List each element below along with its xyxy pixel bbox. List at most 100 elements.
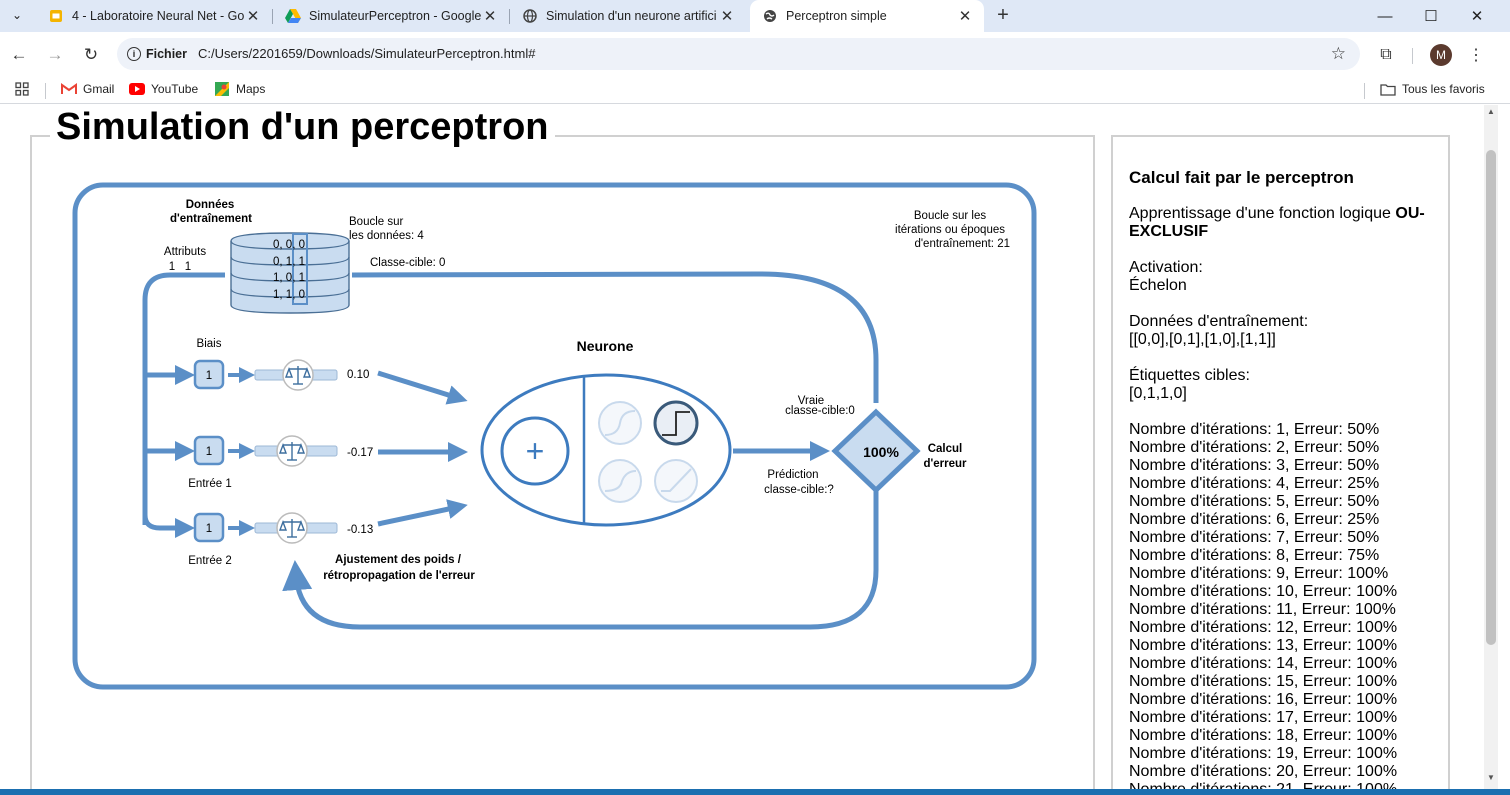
forward-button[interactable]: → [41, 41, 69, 69]
attributes-values: 1 1 [169, 261, 191, 273]
tab-title: Perceptron simple [786, 9, 887, 23]
new-tab-button[interactable]: + [990, 3, 1016, 29]
page-scrollbar[interactable]: ▲ ▼ [1484, 105, 1498, 789]
bookmark-gmail[interactable]: Gmail [61, 82, 114, 96]
tab-perceptron-simple[interactable]: Perceptron simple ✕ [750, 0, 984, 32]
activation-block: Activation: Échelon [1129, 259, 1439, 295]
address-bar[interactable]: i Fichier C:/Users/2201659/Downloads/Sim… [117, 38, 1360, 70]
tab-laboratoire[interactable]: 4 - Laboratoire Neural Net - Go ✕ [36, 0, 272, 32]
bookmark-label: Tous les favoris [1402, 82, 1485, 96]
bookmark-maps[interactable]: Maps [214, 82, 265, 96]
bookmarks-divider [45, 83, 46, 99]
folder-icon [1380, 82, 1396, 96]
iteration-row: Nombre d'itérations: 2, Erreur: 50% [1129, 439, 1380, 456]
perceptron-diagram: 0, 0, 0 0, 1, 1 1, 0, 1 1, 1, 0 Données … [72, 182, 1037, 690]
extensions-button[interactable]: ⧉ [1372, 41, 1400, 69]
bookmark-star-icon[interactable]: ☆ [1331, 44, 1346, 64]
close-icon: ✕ [1470, 8, 1484, 25]
attributes-label: Attributs [164, 246, 206, 258]
panel-title: Calcul fait par le perceptron [1129, 168, 1354, 187]
bookmarks-bar: Gmail YouTube Maps Tous les favoris [0, 78, 1510, 104]
iteration-row: Nombre d'itérations: 6, Erreur: 25% [1129, 511, 1380, 528]
activation-step-icon[interactable] [653, 400, 699, 446]
apps-button[interactable] [14, 82, 36, 96]
maximize-button[interactable]: ☐ [1408, 0, 1454, 32]
scroll-thumb[interactable] [1486, 150, 1496, 645]
tab-simulation-neurone[interactable]: Simulation d'un neurone artifici ✕ [510, 0, 746, 32]
iteration-row: Nombre d'itérations: 4, Erreur: 25% [1129, 475, 1380, 492]
close-icon[interactable]: ✕ [718, 7, 736, 25]
training-block: Données d'entraînement: [[0,0],[0,1],[1,… [1129, 313, 1439, 349]
scroll-up-icon[interactable]: ▲ [1485, 107, 1497, 119]
training-data-title: Données [186, 199, 235, 211]
loop-epochs-label-2: itérations ou époques [895, 224, 1005, 236]
arrow-right-icon: → [46, 45, 64, 64]
input2-value: 1 [206, 523, 212, 535]
menu-button[interactable]: ⋮ [1462, 41, 1490, 69]
iteration-row: Nombre d'itérations: 11, Erreur: 100% [1129, 601, 1396, 618]
avatar[interactable]: M [1430, 44, 1452, 66]
adjust-label-1: Ajustement des poids / [335, 554, 462, 566]
scroll-down-icon[interactable]: ▼ [1485, 773, 1497, 785]
loop-data-count: les données: 4 [349, 230, 424, 242]
weight-slider-input1[interactable] [254, 435, 338, 467]
iteration-row: Nombre d'itérations: 10, Erreur: 100% [1129, 583, 1398, 600]
iteration-row: Nombre d'itérations: 7, Erreur: 50% [1129, 529, 1380, 546]
bookmark-label: Maps [236, 82, 266, 96]
iteration-row: Nombre d'itérations: 5, Erreur: 50% [1129, 493, 1380, 510]
tab-title: 4 - Laboratoire Neural Net - Go [72, 9, 244, 23]
close-window-button[interactable]: ✕ [1454, 0, 1500, 32]
arrow-left-icon: ← [10, 45, 28, 64]
site-info-button[interactable]: i Fichier [127, 45, 187, 63]
learning-prefix: Apprentissage d'une fonction logique [1129, 205, 1391, 222]
weight-bias-value: 0.10 [347, 369, 369, 381]
iteration-row: Nombre d'itérations: 3, Erreur: 50% [1129, 457, 1380, 474]
info-icon: i [127, 47, 141, 61]
browser-toolbar: ← → ↻ i Fichier C:/Users/2201659/Downloa… [0, 32, 1510, 78]
kebab-menu-icon: ⋮ [1468, 47, 1484, 64]
prediction-label: Prédiction [767, 469, 818, 481]
bias-value: 1 [206, 370, 212, 382]
activation-label: Activation: [1129, 259, 1203, 276]
activation-sigmoid-icon[interactable] [598, 401, 642, 445]
close-icon[interactable]: ✕ [481, 7, 499, 25]
adjust-label-2: rétropropagation de l'erreur [323, 570, 475, 582]
bookmark-label: Gmail [83, 82, 115, 96]
tab-title: SimulateurPerceptron - Google [309, 9, 481, 23]
weight-input1-value: -0.17 [347, 447, 373, 459]
back-button[interactable]: ← [5, 41, 33, 69]
tab-title: Simulation d'un neurone artifici [546, 9, 717, 23]
bookmark-youtube[interactable]: YouTube [129, 82, 198, 96]
data-row-1: 0, 1, 1 [273, 256, 305, 268]
weight-slider-input2[interactable] [254, 512, 338, 544]
activation-relu-icon[interactable] [654, 459, 698, 503]
input2-feed-arrow [142, 514, 195, 538]
activation-tanh-icon[interactable] [598, 459, 642, 503]
tab-simulateur-drive[interactable]: SimulateurPerceptron - Google ✕ [273, 0, 509, 32]
url-text[interactable]: C:/Users/2201659/Downloads/SimulateurPer… [198, 46, 535, 61]
close-icon[interactable]: ✕ [244, 7, 262, 25]
minimize-icon: — [1377, 7, 1393, 25]
all-bookmarks-button[interactable]: Tous les favoris [1380, 82, 1485, 96]
tab-search-button[interactable]: ⌄ [6, 4, 28, 26]
apps-grid-icon [14, 82, 30, 96]
bookmark-label: YouTube [151, 82, 199, 96]
iteration-row: Nombre d'itérations: 21, Erreur: 100% [1129, 781, 1439, 789]
iteration-row: Nombre d'itérations: 17, Erreur: 100% [1129, 709, 1398, 726]
input2-to-neuron-arrow [377, 499, 468, 527]
drive-icon [285, 8, 301, 24]
toolbar-divider [1412, 48, 1413, 64]
targets-value: [0,1,1,0] [1129, 385, 1187, 402]
bias-to-neuron-arrow [377, 370, 468, 405]
reload-button[interactable]: ↻ [77, 41, 105, 69]
minimize-button[interactable]: — [1362, 0, 1408, 32]
slides-icon [48, 8, 64, 24]
targets-label: Étiquettes cibles: [1129, 367, 1250, 384]
iteration-row: Nombre d'itérations: 9, Erreur: 100% [1129, 565, 1389, 582]
plus-icon: + [526, 433, 545, 469]
gmail-icon [61, 82, 77, 96]
results-panel: Calcul fait par le perceptron Apprentiss… [1129, 168, 1439, 790]
weight-slider-bias[interactable] [254, 359, 338, 391]
close-icon[interactable]: ✕ [956, 7, 974, 25]
youtube-icon [129, 82, 145, 96]
